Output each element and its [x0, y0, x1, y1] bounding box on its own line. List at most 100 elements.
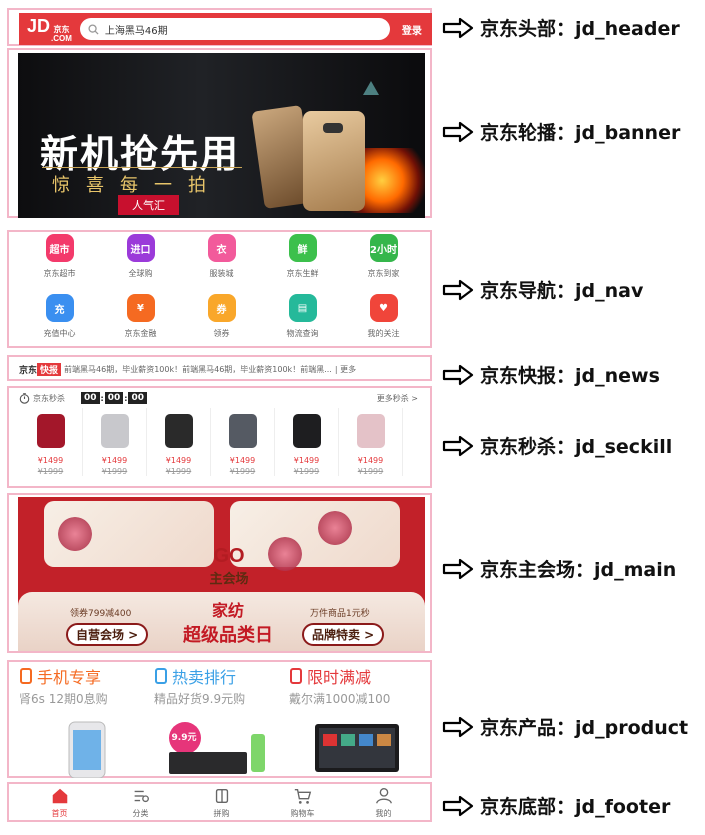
clock-icon: [19, 392, 30, 404]
group-buy-icon: [215, 788, 228, 804]
right-note: 万件商品1元秒: [310, 609, 370, 619]
arrow-right-icon: [442, 558, 474, 579]
product-frame: 手机专享 肾6s 12期0息购 热卖排行 精品好货9.9元购 限时满减 戴尔满1…: [7, 660, 432, 778]
speaker-image: [292, 414, 321, 448]
user-icon: [375, 788, 392, 804]
triangle-decoration: [363, 81, 379, 95]
seckill-item[interactable]: ¥1499 ¥1999: [339, 408, 403, 476]
iphone-image[interactable]: [57, 720, 117, 778]
banner-title: 新机抢先用: [40, 131, 241, 176]
login-button[interactable]: 登录: [402, 22, 422, 37]
nav-item[interactable]: 超市 京东超市: [19, 234, 100, 288]
nav-grid: 超市 京东超市 进口 全球购衣 服装城鲜 京东生鲜 2小时 京东到家充 充值中心 ¥ …: [19, 234, 424, 348]
nav-item-label: 服装城: [209, 269, 234, 278]
nav-item[interactable]: ¥ 京东金融: [100, 294, 181, 348]
nav-item[interactable]: 鲜 京东生鲜: [262, 234, 343, 288]
tab-home[interactable]: 首页: [19, 786, 100, 819]
nav-item-label: 全球购: [128, 269, 153, 278]
news-text[interactable]: 前端黑马46期，毕业薪资100k！前端黑马46期，毕业薪资100k！前端黑...: [64, 364, 332, 375]
logistics-icon: ▤: [288, 294, 317, 322]
news-bar[interactable]: 京东 快报 前端黑马46期，毕业薪资100k！前端黑马46期，毕业薪资100k！…: [19, 360, 424, 378]
nav-item[interactable]: ▤ 物流查询: [262, 294, 343, 348]
seckill-item[interactable]: ¥1499 ¥1999: [275, 408, 339, 476]
banner-carousel[interactable]: 新机抢先用 惊喜每一拍 人气汇: [18, 53, 425, 218]
global-shopping-icon: 进口: [126, 234, 155, 262]
favorites-icon: ♥: [369, 294, 398, 322]
laptop-image: [228, 414, 257, 448]
go-badge: GO 主会场: [209, 545, 249, 587]
recharge-icon: 充: [45, 294, 74, 322]
tab-bar: 首页 分类 拼购 购物车 我的: [19, 786, 424, 819]
jd-logo[interactable]: JD 京东 .COM: [27, 16, 72, 43]
news-frame: 京东 快报 前端黑马46期，毕业薪资100k！前端黑马46期，毕业薪资100k！…: [7, 355, 432, 381]
laptop-image[interactable]: [309, 720, 404, 778]
news-more-link[interactable]: | 更多: [335, 364, 356, 375]
tab-user[interactable]: 我的: [343, 786, 424, 819]
camera-decoration: [323, 123, 343, 133]
seckill-more-link[interactable]: 更多秒杀 >: [377, 393, 418, 404]
main-annotation: 京东主会场：jd_main: [442, 555, 676, 582]
tab-label: 拼购: [213, 809, 230, 818]
tab-label: 首页: [51, 809, 68, 818]
tab-category[interactable]: 分类: [100, 786, 181, 819]
seckill-old-price: ¥1999: [101, 467, 128, 476]
finance-icon: ¥: [126, 294, 155, 322]
toolbox-image: [164, 414, 193, 448]
footer-annotation: 京东底部：jd_footer: [442, 792, 670, 819]
product-annotation: 京东产品：jd_product: [442, 713, 688, 740]
footer-frame: 首页 分类 拼购 购物车 我的: [7, 782, 432, 822]
nav-item-label: 领券: [213, 329, 230, 338]
nav-item[interactable]: 券 领券: [181, 294, 262, 348]
main-venue-banner[interactable]: GO 主会场 家纺 超级品类日 领券799减400 自营会场 > 万件商品1元秒…: [18, 497, 425, 651]
seckill-price: ¥1499: [357, 456, 384, 465]
seckill-list: ¥1499 ¥1999 ¥1499 ¥1999 ¥1499 ¥1999 ¥149…: [19, 408, 424, 476]
seckill-old-price: ¥1999: [357, 467, 384, 476]
nav-item[interactable]: 进口 全球购: [100, 234, 181, 288]
phone-icon: [20, 668, 32, 684]
news-badge: 快报: [37, 362, 62, 376]
seckill-old-price: ¥1999: [37, 467, 64, 476]
product-columns: 手机专享 肾6s 12期0息购 热卖排行 精品好货9.9元购 限时满减 戴尔满1…: [19, 664, 424, 707]
seckill-title: 京东秒杀: [33, 393, 65, 403]
nav-frame: 超市 京东超市 进口 全球购衣 服装城鲜 京东生鲜 2小时 京东到家充 充值中心 ¥ …: [7, 230, 432, 348]
nav-item[interactable]: 衣 服装城: [181, 234, 262, 288]
product-title: 手机专享: [37, 668, 102, 687]
seckill-item[interactable]: ¥1499 ¥1999: [211, 408, 275, 476]
self-operated-button[interactable]: 自营会场 >: [66, 623, 149, 646]
search-input[interactable]: 上海黑马46期: [79, 18, 390, 40]
nav-item-label: 我的关注: [367, 329, 400, 338]
header-annotation: 京东头部：jd_header: [442, 14, 680, 41]
tab-group-buy[interactable]: 拼购: [181, 786, 262, 819]
brand-sale-button[interactable]: 品牌特卖 >: [302, 623, 385, 646]
home-icon: [52, 788, 67, 804]
seckill-item[interactable]: ¥1499 ¥1999: [19, 408, 83, 476]
seckill-annotation: 京东秒杀：jd_seckill: [442, 432, 672, 459]
nav-item[interactable]: ♥ 我的关注: [343, 294, 424, 348]
seckill-item[interactable]: ¥1499 ¥1999: [83, 408, 147, 476]
seckill-header: 京东秒杀 00 : 00 : 00 更多秒杀 >: [19, 392, 424, 404]
banner-divider: [42, 167, 242, 168]
nav-item[interactable]: 2小时 京东到家: [343, 234, 424, 288]
seckill-item[interactable]: ¥1499 ¥1999: [147, 408, 211, 476]
category-icon: [134, 790, 149, 803]
countdown-seconds: 00: [128, 392, 147, 404]
header-frame: JD 京东 .COM 上海黑马46期 登录: [7, 8, 432, 46]
product-column[interactable]: 限时满减 戴尔满1000减100: [289, 664, 424, 707]
product-subtitle: 精品好货9.9元购: [154, 692, 246, 706]
main-frame: GO 主会场 家纺 超级品类日 领券799减400 自营会场 > 万件商品1元秒…: [7, 493, 432, 653]
coupon-icon: 券: [207, 294, 236, 322]
fresh-food-icon: 鲜: [288, 234, 317, 262]
keyboard-image[interactable]: [159, 720, 269, 778]
news-annotation: 京东快报：jd_news: [442, 361, 660, 388]
jd-header: JD 京东 .COM 上海黑马46期 登录: [19, 13, 432, 45]
nav-item-label: 京东超市: [43, 269, 76, 278]
product-title: 限时满减: [307, 668, 372, 687]
nav-item[interactable]: 充 充值中心: [19, 294, 100, 348]
left-note: 领券799减400: [70, 609, 132, 619]
rice-cooker-image: [36, 414, 65, 448]
search-icon: [88, 23, 99, 35]
product-column[interactable]: 手机专享 肾6s 12期0息购: [19, 664, 154, 707]
tab-cart[interactable]: 购物车: [262, 786, 343, 819]
delivery-icon: 2小时: [369, 234, 398, 262]
product-column[interactable]: 热卖排行 精品好货9.9元购: [154, 664, 289, 707]
